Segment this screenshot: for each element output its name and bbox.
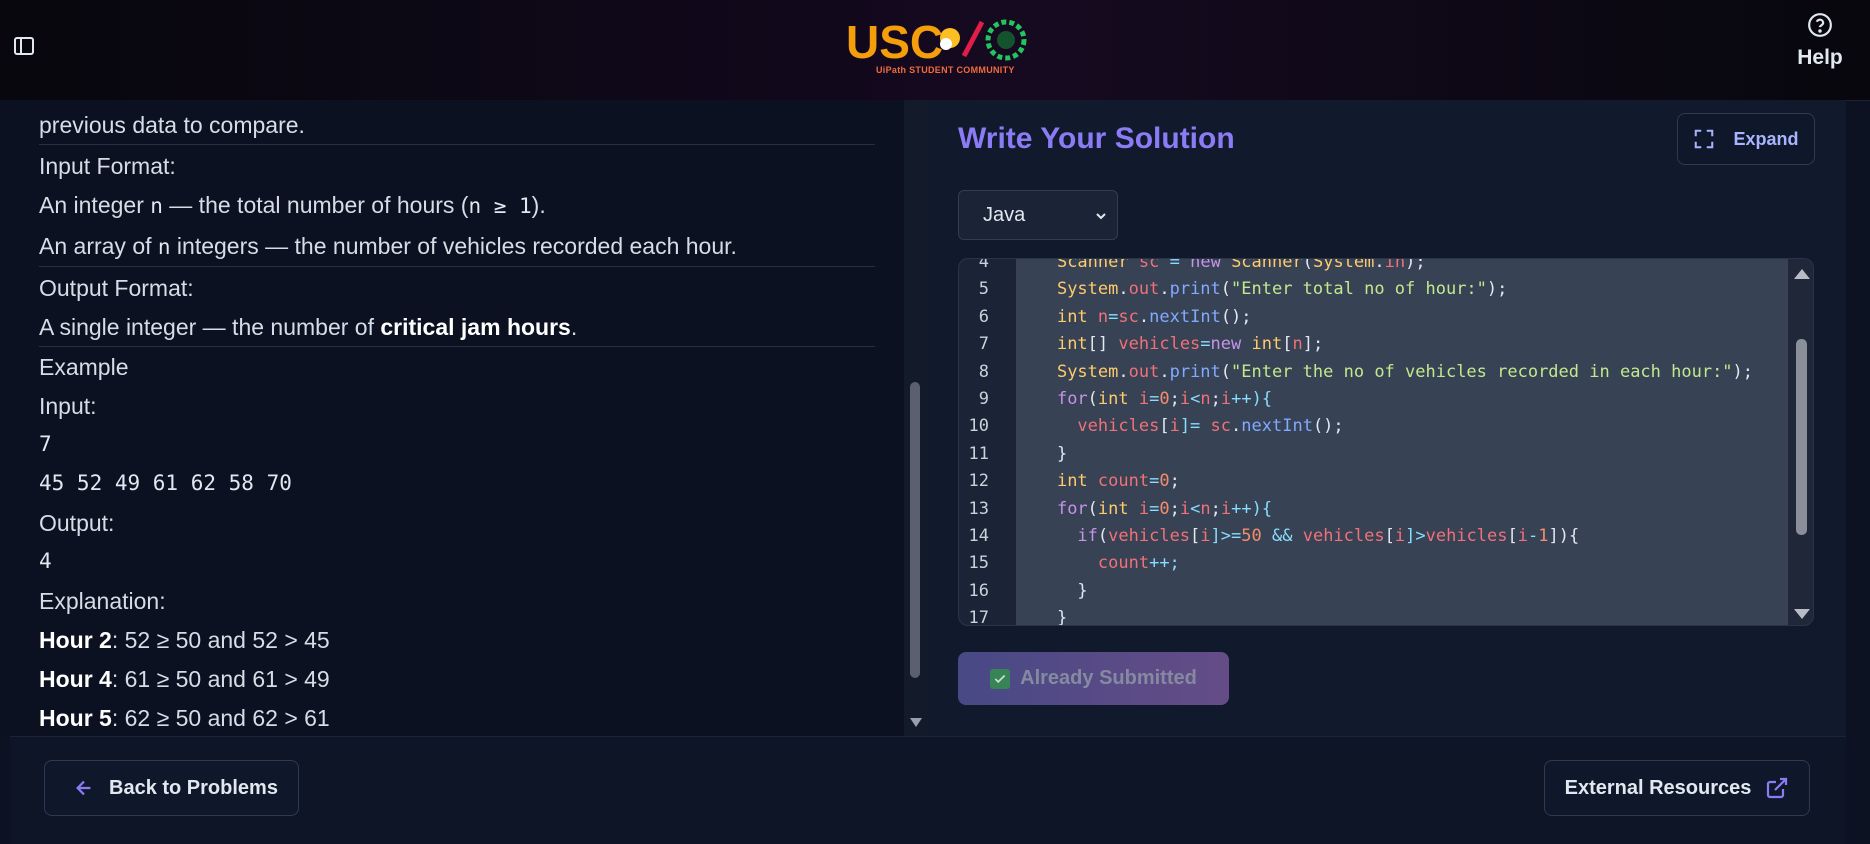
line-number: 6 [978,306,989,327]
line-number: 7 [978,334,989,355]
line-number: 4 [978,258,989,272]
input-format-line-2: An array of n integers — the number of v… [39,233,737,259]
language-select[interactable]: Java [958,190,1118,240]
line-number-gutter: 4 5 6 7 8 9 10 11 12 13 14 15 16 17 [959,258,1016,626]
external-resources-button[interactable]: External Resources [1544,760,1810,816]
line-number: 17 [968,608,989,626]
example-input-value-2: 45 52 49 61 62 58 70 [39,471,292,495]
explanation-item: Hour 5: 62 ≥ 50 and 62 > 61 [39,705,330,731]
back-label: Back to Problems [109,776,278,799]
code-line[interactable]: int count=0; [1016,468,1180,495]
divider [39,266,875,267]
problem-description-pane: previous data to compare. Input Format: … [0,100,904,736]
example-output-value: 4 [39,549,52,573]
check-icon [990,668,1011,689]
code-line[interactable]: int n=sc.nextInt(); [1016,304,1252,331]
problem-scrollbar[interactable] [904,100,928,736]
arrow-left-icon [76,780,91,796]
help-icon [1808,13,1832,37]
example-heading: Example [39,354,129,380]
explanation-item: Hour 4: 61 ≥ 50 and 61 > 49 [39,666,330,692]
code-line[interactable]: vehicles[i]= sc.nextInt(); [1016,413,1343,440]
editor-scrollbar[interactable] [1788,259,1813,625]
external-link-icon [1767,777,1788,799]
code-line[interactable]: } [1016,605,1067,625]
line-number: 12 [968,471,989,492]
back-to-problems-button[interactable]: Back to Problems [44,760,299,816]
input-format-heading: Input Format: [39,153,176,179]
line-number: 8 [978,361,989,382]
line-number: 13 [968,498,989,519]
language-selected-value: Java [983,203,1026,226]
external-label: External Resources [1564,776,1752,799]
line-number: 10 [968,416,989,437]
logo-tagline: UiPath STUDENT COMMUNITY [876,65,1015,75]
expand-button[interactable]: Expand [1677,113,1815,165]
code-line[interactable]: System.out.print("Enter total no of hour… [1016,276,1507,303]
line-number: 9 [978,389,989,409]
line-number: 16 [968,580,989,601]
code-line[interactable]: } [1016,578,1087,605]
scrollbar-thumb[interactable] [1796,339,1807,535]
scroll-down-arrow[interactable] [1794,609,1810,619]
chevron-down-icon [1096,213,1106,220]
code-line[interactable]: Scanner sc = new Scanner(System.in); [1016,259,1426,276]
divider [39,346,875,347]
code-line[interactable]: if(vehicles[i]>=50 && vehicles[i]>vehicl… [1016,523,1579,550]
solution-title: Write Your Solution [958,122,1235,155]
line-number: 11 [968,443,989,464]
example-input-label: Input: [39,393,97,419]
example-input-value-1: 7 [39,432,52,456]
help-button[interactable]: Help [1790,12,1850,82]
expand-label: Expand [1733,128,1799,149]
expand-icon [1695,129,1714,149]
code-line[interactable]: System.out.print("Enter the no of vehicl… [1016,359,1753,386]
logo-text: USC [846,16,943,66]
already-submitted-button[interactable]: Already Submitted [958,652,1229,705]
problem-text-prev: previous data to compare. [39,112,305,138]
input-format-line-1: An integer n — the total number of hours… [39,192,546,218]
code-line[interactable]: count++; [1016,550,1180,577]
line-number: 14 [968,526,989,546]
explanation-label: Explanation: [39,588,166,614]
sidebar-toggle-icon[interactable] [12,34,36,58]
output-format-heading: Output Format: [39,275,194,301]
code-line[interactable]: } [1016,441,1067,468]
example-output-label: Output: [39,510,115,536]
divider [39,144,875,145]
explanation-item: Hour 2: 52 ≥ 50 and 52 > 45 [39,627,330,653]
help-label: Help [1797,46,1843,69]
line-number: 15 [968,553,989,574]
scroll-down-arrow[interactable] [910,718,922,727]
submitted-label: Already Submitted [1020,667,1197,689]
code-line[interactable]: int[] vehicles=new int[n]; [1016,331,1323,358]
code-line[interactable]: for(int i=0;i<n;i++){ [1016,496,1272,523]
line-number: 5 [978,279,989,300]
code-line[interactable]: for(int i=0;i<n;i++){ [1016,386,1272,413]
code-area[interactable]: Scanner sc = new Scanner(System.in); Sys… [1016,259,1788,625]
code-editor[interactable]: 4 5 6 7 8 9 10 11 12 13 14 15 16 17 Scanner sc = new … [958,258,1814,626]
output-format-line: A single integer — the number of critica… [39,314,578,340]
scrollbar-thumb[interactable] [910,382,920,678]
top-bar: USC UiPath STUDENT COMMUNITY Help [0,0,1870,101]
scroll-up-arrow[interactable] [1794,269,1810,279]
